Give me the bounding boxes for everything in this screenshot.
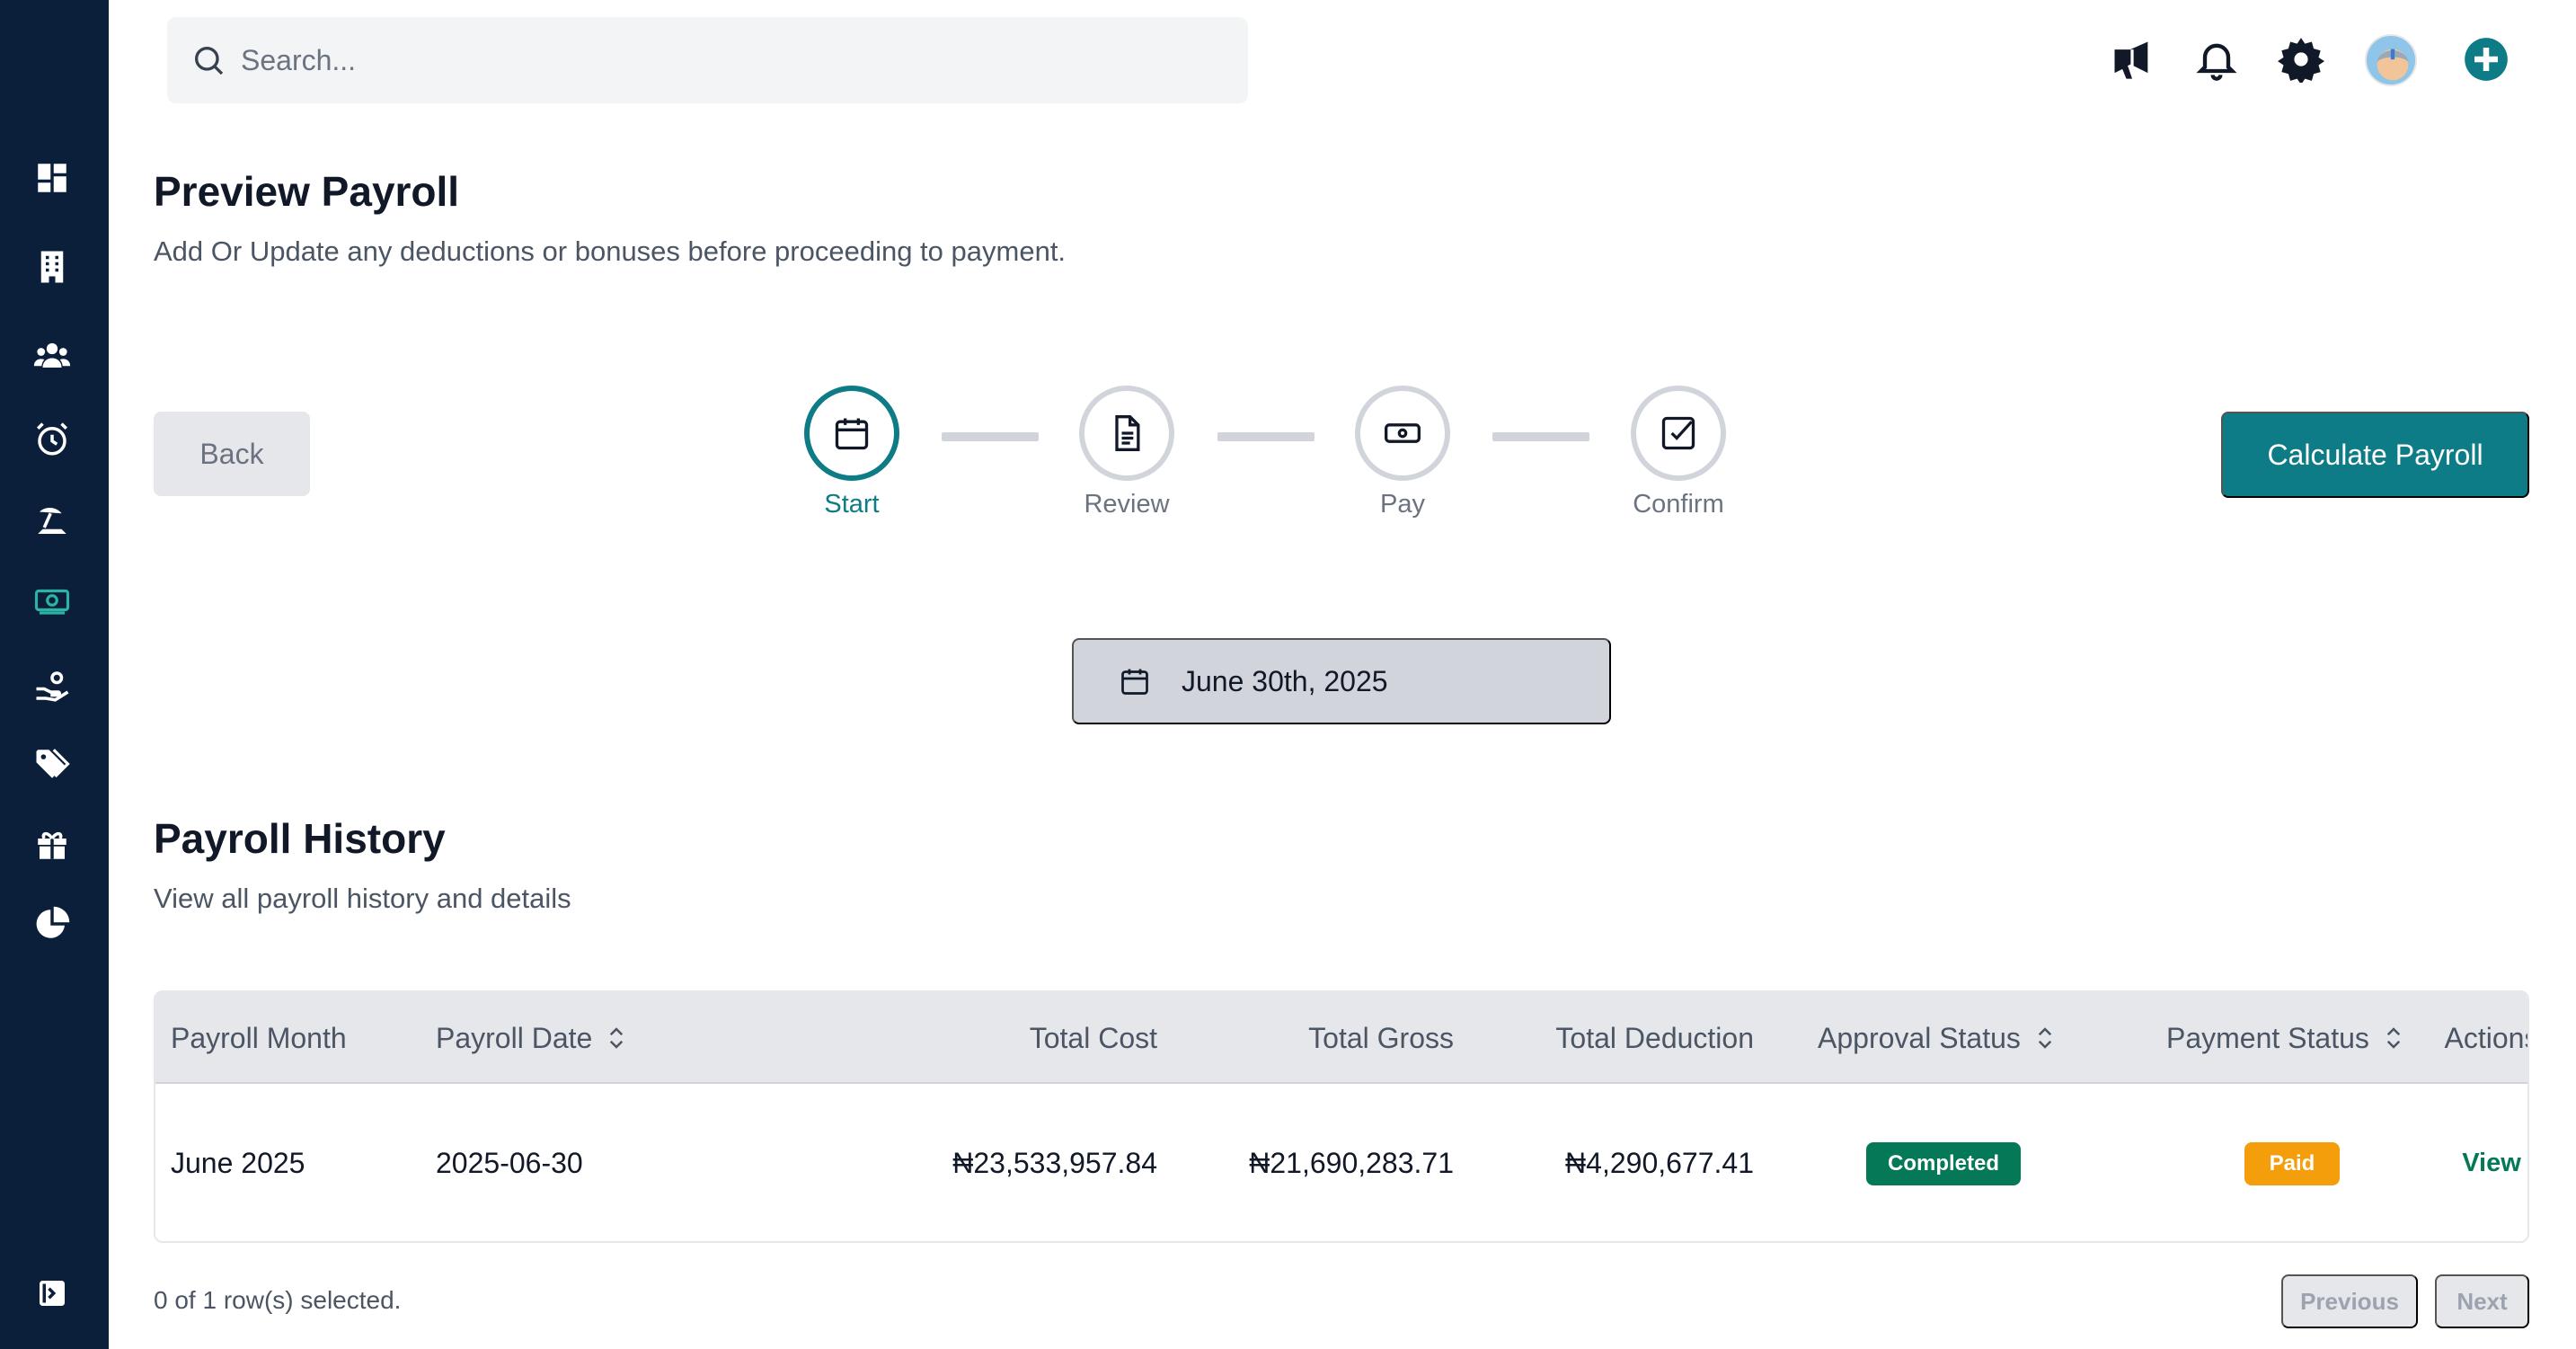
payment-status-badge: Paid xyxy=(2244,1141,2341,1185)
calendar-icon xyxy=(835,418,869,450)
cell-payroll-month: June 2025 xyxy=(171,1147,305,1179)
alarm-clock-icon[interactable] xyxy=(30,417,75,462)
step-connector xyxy=(942,432,1039,441)
step-pay-label: Pay xyxy=(1380,490,1425,519)
search-bar[interactable] xyxy=(167,17,1248,103)
table-header: Payroll Month Payroll Date Total Cost To… xyxy=(155,992,2527,1084)
step-confirm-label: Confirm xyxy=(1633,490,1724,519)
avatar[interactable] xyxy=(2365,34,2417,86)
section-title: Payroll History xyxy=(154,815,446,862)
users-icon[interactable] xyxy=(30,333,75,377)
step-start[interactable] xyxy=(804,386,899,481)
step-review-label: Review xyxy=(1084,490,1170,519)
next-page-button[interactable]: Next xyxy=(2435,1274,2529,1328)
date-picker-label: June 30th, 2025 xyxy=(1182,664,1388,697)
page-title: Preview Payroll xyxy=(154,168,460,215)
building-icon[interactable] xyxy=(30,244,75,289)
beach-umbrella-icon[interactable] xyxy=(30,499,75,544)
selection-status: 0 of 1 row(s) selected. xyxy=(154,1286,402,1314)
column-header-payroll-date[interactable]: Payroll Date xyxy=(436,992,630,1084)
tags-icon[interactable] xyxy=(30,741,75,786)
cell-actions: View xyxy=(2402,1084,2527,1241)
calendar-icon xyxy=(1121,669,1148,695)
money-bill-icon[interactable] xyxy=(30,578,75,623)
hand-holding-icon[interactable] xyxy=(30,663,75,708)
view-link[interactable]: View xyxy=(2462,1149,2521,1178)
column-header-payroll-month: Payroll Month xyxy=(171,1021,347,1054)
back-button[interactable]: Back xyxy=(154,412,310,496)
gift-icon[interactable] xyxy=(30,822,75,867)
cell-payroll-date: 2025-06-30 xyxy=(436,1147,583,1179)
checkbox-icon xyxy=(1661,416,1695,450)
step-confirm[interactable] xyxy=(1631,386,1726,481)
bell-icon[interactable] xyxy=(2190,32,2244,86)
section-subtitle: View all payroll history and details xyxy=(154,883,571,914)
approval-status-badge: Completed xyxy=(1865,1141,2021,1185)
step-pay[interactable] xyxy=(1355,386,1450,481)
sidebar xyxy=(0,0,109,1349)
search-input[interactable] xyxy=(241,43,1139,77)
sort-icon xyxy=(610,1027,624,1049)
megaphone-icon[interactable] xyxy=(2105,32,2159,86)
column-header-total-deduction: Total Deduction xyxy=(1555,1021,1754,1054)
gear-icon[interactable] xyxy=(2274,32,2328,86)
previous-page-button[interactable]: Previous xyxy=(2281,1274,2418,1328)
document-icon xyxy=(1115,415,1140,451)
dashboard-icon[interactable] xyxy=(30,155,75,200)
payroll-history-table: Payroll Month Payroll Date Total Cost To… xyxy=(154,990,2529,1243)
cell-total-gross: ₦21,690,283.71 xyxy=(1249,1147,1454,1179)
search-icon xyxy=(195,47,224,75)
pie-chart-icon[interactable] xyxy=(30,901,75,946)
column-header-total-cost: Total Cost xyxy=(1029,1021,1157,1054)
step-connector xyxy=(1492,432,1589,441)
step-review[interactable] xyxy=(1079,386,1174,481)
cell-total-deduction: ₦4,290,677.41 xyxy=(1565,1147,1754,1179)
cash-icon xyxy=(1385,423,1421,443)
sidebar-toggle-icon[interactable] xyxy=(30,1271,75,1316)
column-header-actions: Actions xyxy=(2444,1021,2529,1054)
plus-circle-icon[interactable] xyxy=(2459,32,2513,86)
page-subtitle: Add Or Update any deductions or bonuses … xyxy=(154,235,1067,267)
column-header-approval-status[interactable]: Approval Status xyxy=(1818,992,2058,1084)
column-header-total-gross: Total Gross xyxy=(1308,1021,1454,1054)
calculate-payroll-button[interactable]: Calculate Payroll xyxy=(2221,412,2529,498)
column-header-payment-status[interactable]: Payment Status xyxy=(2166,992,2407,1084)
date-picker-button[interactable]: June 30th, 2025 xyxy=(1072,638,1611,724)
step-connector xyxy=(1217,432,1315,441)
step-start-label: Start xyxy=(824,490,880,519)
cell-total-cost: ₦23,533,957.84 xyxy=(952,1147,1157,1179)
cell-approval-status: Completed xyxy=(1773,1084,2114,1241)
sort-icon xyxy=(2038,1027,2052,1049)
